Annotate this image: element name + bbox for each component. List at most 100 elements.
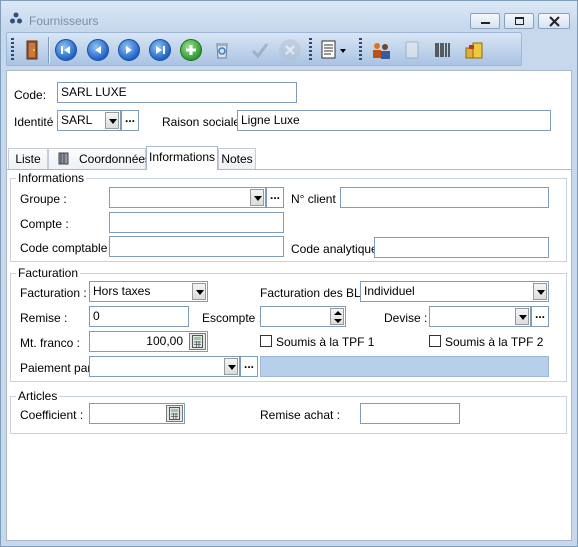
identite-label: Identité : bbox=[14, 115, 61, 129]
tab-liste[interactable]: Liste bbox=[8, 148, 48, 169]
facturation-value: Hors taxes bbox=[93, 284, 151, 298]
remise-achat-input[interactable] bbox=[360, 403, 460, 424]
toolbar-grip[interactable] bbox=[359, 38, 362, 62]
toolbar-grip[interactable] bbox=[309, 38, 312, 62]
cancel-button[interactable] bbox=[279, 39, 301, 61]
identite-select[interactable]: SARL bbox=[57, 110, 121, 131]
print-menu-button[interactable] bbox=[319, 39, 349, 61]
code-analytique-input[interactable] bbox=[374, 237, 549, 258]
tab-coordonnees-label: Coordonnées bbox=[79, 152, 152, 166]
next-icon bbox=[126, 46, 132, 54]
devise-label: Devise : bbox=[384, 311, 428, 325]
tpf2-checkbox[interactable] bbox=[429, 335, 441, 347]
toolbar-separator bbox=[48, 37, 49, 63]
tpf2-label: Soumis à la TPF 2 bbox=[445, 335, 544, 349]
compte-input[interactable] bbox=[109, 212, 284, 233]
tab-notes-label: Notes bbox=[221, 152, 253, 166]
groupe-label: Groupe : bbox=[20, 192, 67, 206]
plus-icon bbox=[186, 45, 196, 55]
facturation-bl-select[interactable]: Individuel bbox=[360, 281, 549, 302]
chevron-down-icon[interactable] bbox=[515, 308, 529, 325]
close-button[interactable] bbox=[538, 13, 570, 29]
document-list-icon bbox=[321, 40, 346, 59]
devise-select[interactable] bbox=[429, 306, 531, 327]
toolbar-grip[interactable] bbox=[11, 38, 14, 62]
paiement-select[interactable] bbox=[89, 356, 240, 377]
document-button[interactable] bbox=[401, 39, 423, 61]
app-icon bbox=[9, 11, 23, 25]
facturation-bl-label: Facturation des BL : bbox=[260, 286, 367, 300]
previous-icon bbox=[95, 46, 101, 54]
groupe-browse-button[interactable]: ... bbox=[266, 187, 284, 208]
cancel-icon bbox=[285, 45, 295, 55]
facturation-bl-value: Individuel bbox=[364, 284, 415, 298]
tab-informations-label: Informations bbox=[148, 150, 216, 164]
chevron-down-icon[interactable] bbox=[224, 358, 238, 375]
informations-group-title: Informations bbox=[16, 171, 87, 185]
first-record-button[interactable] bbox=[55, 39, 77, 61]
paiement-label: Paiement par : bbox=[20, 361, 99, 375]
checkmark-icon bbox=[251, 43, 269, 59]
remise-label: Remise : bbox=[20, 311, 68, 325]
paiement-browse-button[interactable]: ... bbox=[240, 356, 258, 377]
mt-franco-input[interactable]: 100,00 bbox=[89, 331, 208, 352]
escompte-input[interactable] bbox=[260, 306, 346, 327]
nclient-label: N° client : bbox=[291, 192, 343, 206]
coefficient-input[interactable] bbox=[89, 403, 185, 424]
recycle-bin-icon bbox=[216, 43, 228, 59]
mt-franco-calculator-button[interactable] bbox=[189, 333, 206, 350]
remise-input[interactable]: 0 bbox=[89, 306, 189, 327]
last-record-button[interactable] bbox=[149, 39, 171, 61]
maximize-icon bbox=[515, 17, 524, 25]
minimize-icon bbox=[481, 22, 490, 24]
raison-sociale-input[interactable]: Ligne Luxe bbox=[237, 110, 551, 131]
code-input[interactable]: SARL LUXE bbox=[57, 82, 297, 103]
mt-franco-value: 100,00 bbox=[146, 334, 183, 348]
escompte-spinner[interactable] bbox=[330, 308, 344, 325]
tab-coordonnees[interactable]: Coordonnées bbox=[48, 148, 151, 169]
minimize-button[interactable] bbox=[470, 13, 500, 29]
next-record-button[interactable] bbox=[118, 39, 140, 61]
chevron-down-icon[interactable] bbox=[105, 112, 119, 129]
title-bar: Fournisseurs bbox=[1, 1, 577, 30]
paiement-description-field bbox=[260, 356, 549, 377]
window-title: Fournisseurs bbox=[29, 14, 99, 28]
previous-record-button[interactable] bbox=[87, 39, 109, 61]
chevron-down-icon[interactable] bbox=[533, 283, 547, 300]
calculator-icon bbox=[192, 335, 203, 348]
spin-down-icon[interactable] bbox=[334, 319, 342, 323]
coefficient-calculator-button[interactable] bbox=[166, 405, 183, 422]
first-record-icon bbox=[61, 46, 70, 54]
tab-notes[interactable]: Notes bbox=[218, 148, 256, 169]
barcode-button[interactable] bbox=[432, 39, 454, 61]
tab-informations[interactable]: Informations bbox=[146, 146, 218, 170]
code-label: Code: bbox=[14, 88, 47, 102]
escompte-label: Escompte : bbox=[202, 311, 263, 325]
boxes-icon bbox=[465, 42, 483, 59]
last-record-icon bbox=[156, 46, 165, 54]
close-icon bbox=[549, 16, 560, 27]
tpf1-checkbox[interactable] bbox=[260, 335, 272, 347]
remise-achat-label: Remise achat : bbox=[260, 408, 341, 422]
devise-browse-button[interactable]: ... bbox=[531, 306, 549, 327]
exit-door-button[interactable] bbox=[21, 39, 43, 61]
code-analytique-label: Code analytique : bbox=[291, 242, 385, 256]
groupe-select[interactable] bbox=[109, 187, 266, 208]
code-comptable-input[interactable] bbox=[109, 236, 284, 257]
coefficient-label: Coefficient : bbox=[20, 408, 84, 422]
chevron-down-icon[interactable] bbox=[192, 283, 206, 300]
validate-button[interactable] bbox=[249, 39, 271, 61]
spin-up-icon[interactable] bbox=[334, 311, 342, 315]
facturation-label: Facturation : bbox=[20, 286, 87, 300]
contacts-button[interactable] bbox=[370, 39, 392, 61]
products-button[interactable] bbox=[463, 39, 485, 61]
facturation-select[interactable]: Hors taxes bbox=[89, 281, 208, 302]
chevron-down-icon[interactable] bbox=[250, 189, 264, 206]
identite-browse-button[interactable]: ... bbox=[121, 110, 139, 131]
barcode-icon bbox=[435, 43, 450, 57]
add-record-button[interactable] bbox=[180, 39, 202, 61]
delete-record-button[interactable] bbox=[211, 39, 233, 61]
maximize-button[interactable] bbox=[504, 13, 534, 29]
nclient-input[interactable] bbox=[340, 187, 549, 208]
tpf1-label: Soumis à la TPF 1 bbox=[276, 335, 375, 349]
